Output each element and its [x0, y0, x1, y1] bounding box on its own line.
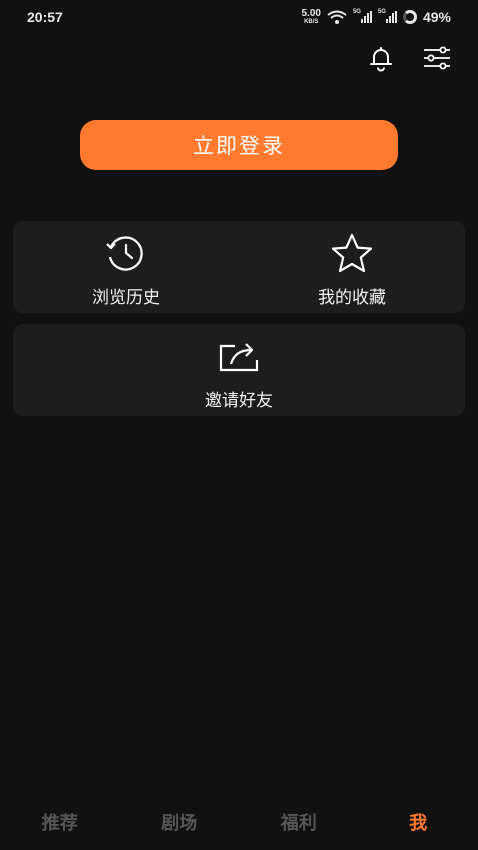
bottom-tab-bar: 推荐 剧场 福利 我	[0, 798, 478, 850]
network-speed: 5.00 KB/S	[301, 8, 321, 26]
status-time: 20:57	[27, 9, 63, 25]
shortcuts-card: 浏览历史 我的收藏	[13, 221, 465, 313]
status-bar: 20:57 5.00 KB/S 5G 5G 49%	[0, 0, 478, 34]
tab-welfare[interactable]: 福利	[249, 809, 349, 835]
bell-icon[interactable]	[367, 44, 395, 72]
header-actions	[367, 44, 451, 72]
history-item[interactable]: 浏览历史	[13, 221, 239, 313]
invite-item[interactable]: 邀请好友	[13, 324, 465, 416]
favorites-label: 我的收藏	[318, 288, 386, 308]
signal-1-tag: 5G	[352, 9, 361, 15]
battery-icon	[402, 10, 417, 24]
favorites-item[interactable]: 我的收藏	[239, 221, 465, 313]
tab-recommend[interactable]: 推荐	[10, 809, 110, 835]
history-clock-icon	[106, 236, 143, 271]
share-icon	[219, 343, 259, 372]
sliders-icon[interactable]	[423, 44, 451, 72]
battery-level: 49%	[422, 9, 451, 25]
status-icons: 5.00 KB/S 5G 5G 49%	[301, 8, 452, 26]
network-speed-unit: KB/S	[304, 19, 319, 25]
star-icon	[331, 233, 373, 273]
wifi-icon	[327, 10, 347, 24]
signal-2-tag: 5G	[377, 9, 386, 15]
invite-label: 邀请好友	[205, 391, 273, 411]
login-button[interactable]: 立即登录	[80, 120, 398, 170]
history-label: 浏览历史	[92, 288, 160, 308]
network-speed-value: 5.00	[301, 8, 321, 19]
login-button-label: 立即登录	[193, 134, 285, 158]
signal-icon-1: 5G	[352, 9, 372, 23]
signal-icon-2: 5G	[377, 9, 397, 23]
invite-card[interactable]: 邀请好友	[13, 324, 465, 416]
tab-me[interactable]: 我	[368, 809, 468, 835]
tab-theater[interactable]: 剧场	[129, 809, 229, 835]
